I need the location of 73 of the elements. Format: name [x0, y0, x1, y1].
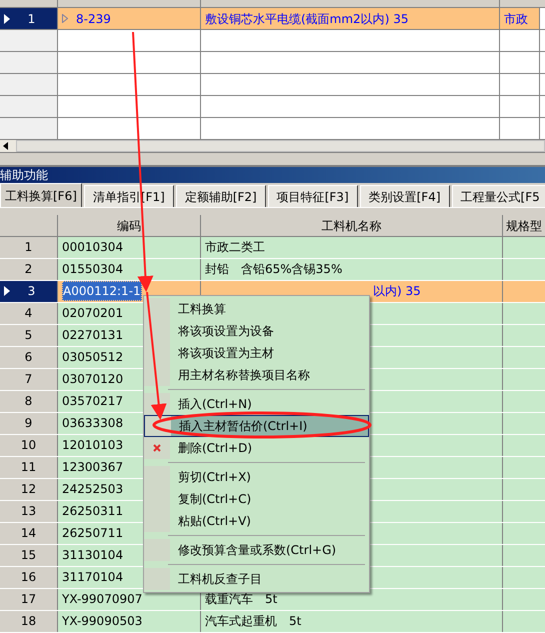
- menu-item[interactable]: 复制(Ctrl+C): [144, 488, 369, 510]
- table-cell: 封铅 含铅65%含锡35%: [201, 258, 503, 280]
- code-text: 31130104: [62, 547, 124, 564]
- row-header[interactable]: [0, 96, 58, 117]
- code-text: 00010304: [62, 239, 124, 256]
- tab[interactable]: 定额辅助[F2]: [176, 185, 266, 208]
- code-text: 31170104: [62, 569, 124, 586]
- table-cell: [503, 236, 545, 258]
- row-header[interactable]: 1: [0, 8, 58, 29]
- menu-item[interactable]: 将该项设置为主材: [144, 342, 369, 364]
- table-cell: [503, 390, 545, 412]
- column-header[interactable]: 规格型: [503, 215, 545, 236]
- table-cell: [503, 566, 545, 588]
- code-text: 26250311: [62, 503, 124, 520]
- code-text: 03633308: [62, 415, 124, 432]
- code-text: 26250711: [62, 525, 124, 542]
- table-cell: [503, 346, 545, 368]
- row-header[interactable]: [0, 52, 58, 73]
- panel-title-bar: 辅助功能: [0, 166, 545, 183]
- row-pointer-icon: [4, 286, 10, 296]
- menu-item[interactable]: 工料机反查子目: [144, 568, 369, 590]
- table-cell: [503, 478, 545, 500]
- code-text: 24252503: [62, 481, 124, 498]
- menu-item[interactable]: 剪切(Ctrl+X): [144, 466, 369, 488]
- tab[interactable]: 清单指引[F1]: [84, 185, 174, 208]
- row-header[interactable]: 3: [0, 280, 58, 302]
- row-pointer-icon: [4, 14, 10, 24]
- menu-item[interactable]: 用主材名称替换项目名称: [144, 364, 369, 386]
- table-cell: [503, 324, 545, 346]
- row-header[interactable]: [0, 30, 58, 51]
- table-cell: 市政二类工: [201, 236, 503, 258]
- table-cell: 汽车式起重机 5t: [201, 610, 503, 632]
- table-cell: [503, 500, 545, 522]
- code-text: 12300367: [62, 459, 124, 476]
- code-text: 02070201: [62, 305, 124, 322]
- tab[interactable]: 项目特征[F3]: [268, 185, 358, 208]
- table-cell: [503, 456, 545, 478]
- column-header[interactable]: 编码: [58, 215, 201, 236]
- code-text: 01550304: [62, 261, 124, 278]
- code-text: YX-99070907: [62, 591, 142, 608]
- table-cell: [503, 368, 545, 390]
- table-cell: [503, 412, 545, 434]
- table-cell: [503, 544, 545, 566]
- code-text: 03050512: [62, 349, 124, 366]
- code-text: A000112:1-1: [62, 281, 142, 302]
- row-header[interactable]: [0, 74, 58, 95]
- horizontal-scrollbar[interactable]: [0, 140, 545, 153]
- code-text: 03570217: [62, 393, 124, 410]
- table-cell: 8-239: [58, 8, 201, 29]
- table-cell: [503, 302, 545, 324]
- table-cell: [503, 610, 545, 632]
- menu-item[interactable]: 修改预算含量或系数(Ctrl+G): [144, 539, 369, 561]
- table-cell: [503, 280, 545, 302]
- code-text: 12010103: [62, 437, 124, 454]
- table-cell: 敷设铜芯水平电缆(截面mm2以内) 35: [201, 8, 500, 29]
- tab[interactable]: 类别设置[F4]: [360, 185, 450, 208]
- delete-icon: [153, 444, 161, 452]
- code-text: YX-99090503: [62, 613, 142, 630]
- table-cell: 市政: [500, 8, 540, 29]
- table-cell: [503, 588, 545, 610]
- menu-item[interactable]: 将该项设置为设备: [144, 320, 369, 342]
- table-cell: [503, 258, 545, 280]
- code-text: 03070120: [62, 371, 124, 388]
- menu-item[interactable]: 插入(Ctrl+N): [144, 393, 369, 415]
- menu-item[interactable]: 粘贴(Ctrl+V): [144, 510, 369, 532]
- tab[interactable]: 工程量公式[F5: [452, 185, 545, 208]
- expand-icon[interactable]: [62, 14, 68, 23]
- column-header[interactable]: 工料机名称: [201, 215, 503, 236]
- tab[interactable]: 工料换算[F6]: [0, 183, 82, 208]
- table-cell: [503, 522, 545, 544]
- code-text: 02270131: [62, 327, 124, 344]
- table-cell: [503, 434, 545, 456]
- menu-item[interactable]: 删除(Ctrl+D): [144, 437, 369, 459]
